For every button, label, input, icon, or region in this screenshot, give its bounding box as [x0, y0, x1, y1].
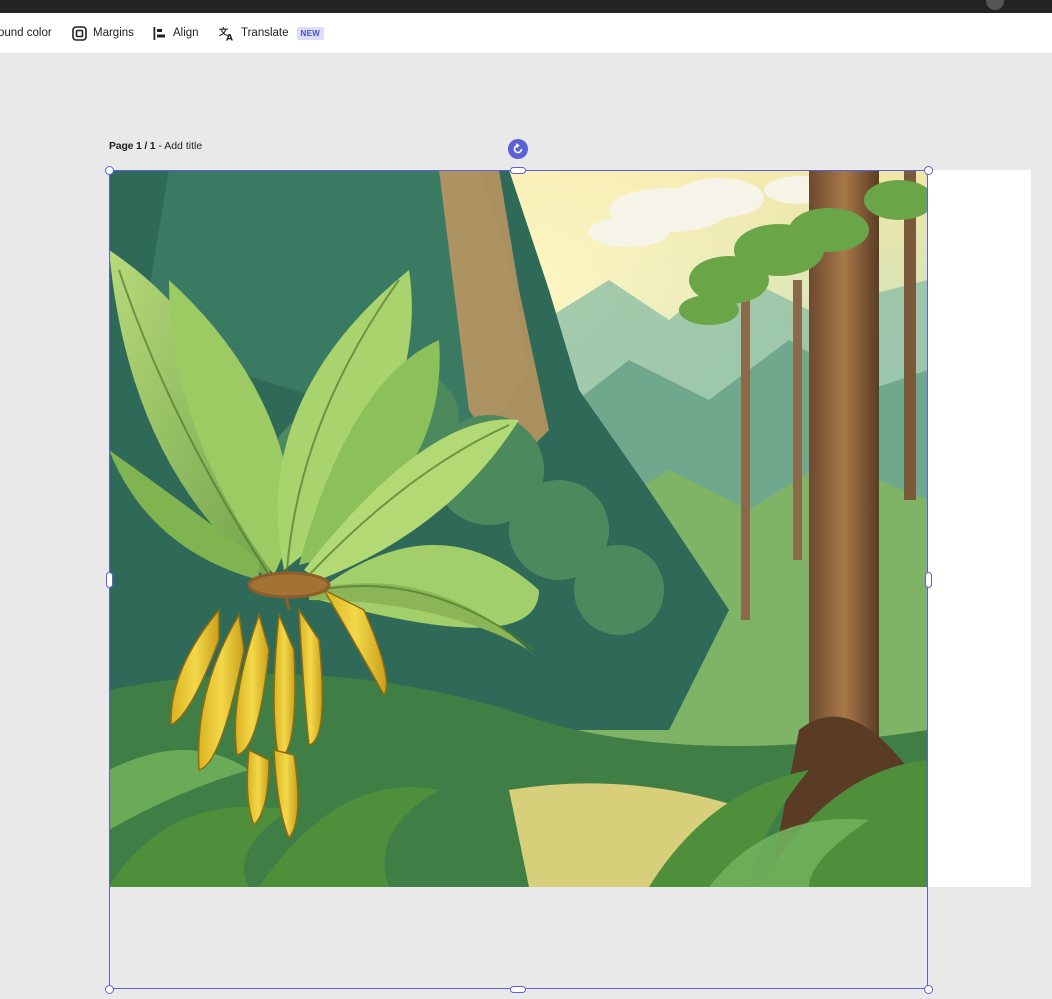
add-title-button[interactable]: Add title — [164, 140, 202, 152]
resize-handle-bottom-right[interactable] — [923, 984, 933, 994]
resize-handle-top-right[interactable] — [923, 165, 933, 175]
align-left-icon — [151, 25, 167, 41]
translate-button[interactable]: 文A Translate NEW — [219, 13, 325, 53]
resize-handle-bottom-left[interactable] — [104, 984, 114, 994]
rotate-handle[interactable] — [508, 139, 528, 159]
resize-handle-top-left[interactable] — [104, 165, 114, 175]
page-title-separator: - — [155, 140, 165, 152]
toolbar: ound color Margins Align 文A Translate NE… — [0, 13, 1052, 54]
new-badge: NEW — [296, 26, 325, 40]
svg-text:A: A — [226, 33, 233, 41]
margins-button[interactable]: Margins — [71, 13, 134, 53]
resize-handle-left[interactable] — [105, 571, 113, 588]
resize-handle-bottom[interactable] — [510, 985, 526, 993]
rotate-icon — [513, 143, 523, 154]
background-color-button[interactable]: ound color — [0, 13, 52, 53]
selected-image[interactable] — [109, 170, 928, 887]
background-color-label: ound color — [0, 27, 52, 39]
jungle-banana-illustration — [109, 170, 928, 887]
page-number: Page 1 / 1 — [109, 140, 156, 152]
avatar[interactable] — [986, 0, 1004, 10]
align-label: Align — [173, 27, 199, 39]
margins-label: Margins — [93, 27, 134, 39]
align-button[interactable]: Align — [151, 13, 199, 53]
translate-label: Translate — [241, 27, 289, 39]
margins-icon — [71, 25, 87, 41]
page-title: Page 1 / 1 - Add title — [109, 140, 202, 152]
resize-handle-right[interactable] — [924, 571, 932, 588]
translate-icon: 文A — [219, 25, 235, 41]
resize-handle-top[interactable] — [510, 166, 526, 174]
app-top-bar — [0, 0, 1052, 13]
